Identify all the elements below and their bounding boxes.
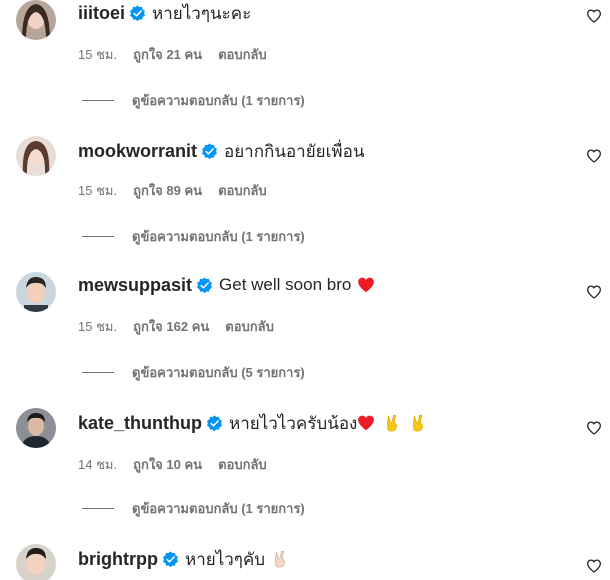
username[interactable]: mookworranit — [78, 141, 197, 162]
username[interactable]: mewsuppasit — [78, 275, 192, 296]
verified-badge-icon — [162, 550, 179, 568]
verified-badge-icon — [129, 4, 146, 22]
reply-button[interactable]: ตอบกลับ — [218, 180, 267, 201]
comment-text: อยากกินอายัยเพื่อน — [224, 141, 365, 161]
comment-line: mewsuppasit Get well soon bro — [78, 272, 375, 298]
comment-text: Get well soon bro — [219, 275, 352, 294]
comment-time[interactable]: 14 ชม. — [78, 454, 117, 475]
username[interactable]: brightrpp — [78, 549, 158, 570]
reply-button[interactable]: ตอบกลับ — [218, 44, 267, 65]
victory-hand-emoji — [409, 414, 427, 432]
comment-text: หายไวๆนะคะ — [152, 3, 252, 23]
view-replies-button[interactable]: ดูข้อความตอบกลับ (1 รายการ) — [82, 90, 305, 110]
heart-outline-icon[interactable] — [586, 558, 602, 574]
view-replies-label: ดูข้อความตอบกลับ (1 รายการ) — [132, 228, 305, 244]
replies-divider — [82, 371, 114, 373]
view-replies-label: ดูข้อความตอบกลับ (1 รายการ) — [132, 92, 305, 108]
view-replies-button[interactable]: ดูข้อความตอบกลับ (5 รายการ) — [82, 362, 305, 382]
avatar[interactable] — [16, 136, 56, 176]
comment-time[interactable]: 15 ชม. — [78, 44, 117, 65]
replies-divider — [82, 99, 114, 101]
comment-item: mewsuppasit Get well soon bro 15 ชม. ถูก… — [0, 272, 610, 408]
victory-hand-light-emoji — [271, 550, 289, 568]
comment-text: หายไวไวครับน้อง — [229, 413, 358, 433]
view-replies-label: ดูข้อความตอบกลับ (1 รายการ) — [132, 500, 305, 516]
view-replies-label: ดูข้อความตอบกลับ (5 รายการ) — [132, 364, 305, 380]
comment-item: kate_thunthup หายไวไวครับน้อง 14 ชม. ถูก… — [0, 408, 610, 544]
reply-button[interactable]: ตอบกลับ — [225, 316, 274, 337]
comment-time[interactable]: 15 ชม. — [78, 180, 117, 201]
verified-badge-icon — [196, 276, 213, 294]
heart-outline-icon[interactable] — [586, 8, 602, 24]
avatar[interactable] — [16, 272, 56, 312]
username[interactable]: kate_thunthup — [78, 413, 202, 434]
comment-line: mookworranit อยากกินอายัยเพื่อน — [78, 138, 364, 164]
avatar[interactable] — [16, 544, 56, 580]
red-heart-emoji — [357, 276, 375, 294]
heart-outline-icon[interactable] — [586, 420, 602, 436]
comment-meta: 15 ชม. ถูกใจ 21 คน ตอบกลับ — [78, 44, 267, 64]
red-heart-emoji — [357, 414, 375, 432]
comment-time[interactable]: 15 ชม. — [78, 316, 117, 337]
heart-outline-icon[interactable] — [586, 284, 602, 300]
comment-line: kate_thunthup หายไวไวครับน้อง — [78, 410, 427, 436]
victory-hand-emoji — [383, 414, 401, 432]
comment-line: brightrpp หายไวๆคับ — [78, 546, 289, 572]
comment-meta: 14 ชม. ถูกใจ 10 คน ตอบกลับ — [78, 454, 267, 474]
comment-line: iiitoei หายไวๆนะคะ — [78, 0, 251, 26]
comment-item: mookworranit อยากกินอายัยเพื่อน 15 ชม. ถ… — [0, 136, 610, 272]
avatar[interactable] — [16, 408, 56, 448]
heart-outline-icon[interactable] — [586, 148, 602, 164]
avatar[interactable] — [16, 0, 56, 40]
username[interactable]: iiitoei — [78, 3, 125, 24]
likes-count[interactable]: ถูกใจ 162 คน — [133, 316, 209, 337]
comment-text: หายไวๆคับ — [184, 549, 266, 569]
comment-item: brightrpp หายไวๆคับ — [0, 544, 610, 580]
likes-count[interactable]: ถูกใจ 21 คน — [133, 44, 202, 65]
comment-feed: iiitoei หายไวๆนะคะ 15 ชม. ถูกใจ 21 คน ตอ… — [0, 0, 610, 580]
replies-divider — [82, 235, 114, 237]
verified-badge-icon — [201, 142, 218, 160]
reply-button[interactable]: ตอบกลับ — [218, 454, 267, 475]
comment-item: iiitoei หายไวๆนะคะ 15 ชม. ถูกใจ 21 คน ตอ… — [0, 0, 610, 136]
likes-count[interactable]: ถูกใจ 10 คน — [133, 454, 202, 475]
comment-meta: 15 ชม. ถูกใจ 162 คน ตอบกลับ — [78, 316, 274, 336]
comment-meta: 15 ชม. ถูกใจ 89 คน ตอบกลับ — [78, 180, 267, 200]
view-replies-button[interactable]: ดูข้อความตอบกลับ (1 รายการ) — [82, 226, 305, 246]
verified-badge-icon — [206, 414, 223, 432]
view-replies-button[interactable]: ดูข้อความตอบกลับ (1 รายการ) — [82, 498, 305, 518]
replies-divider — [82, 507, 114, 509]
likes-count[interactable]: ถูกใจ 89 คน — [133, 180, 202, 201]
